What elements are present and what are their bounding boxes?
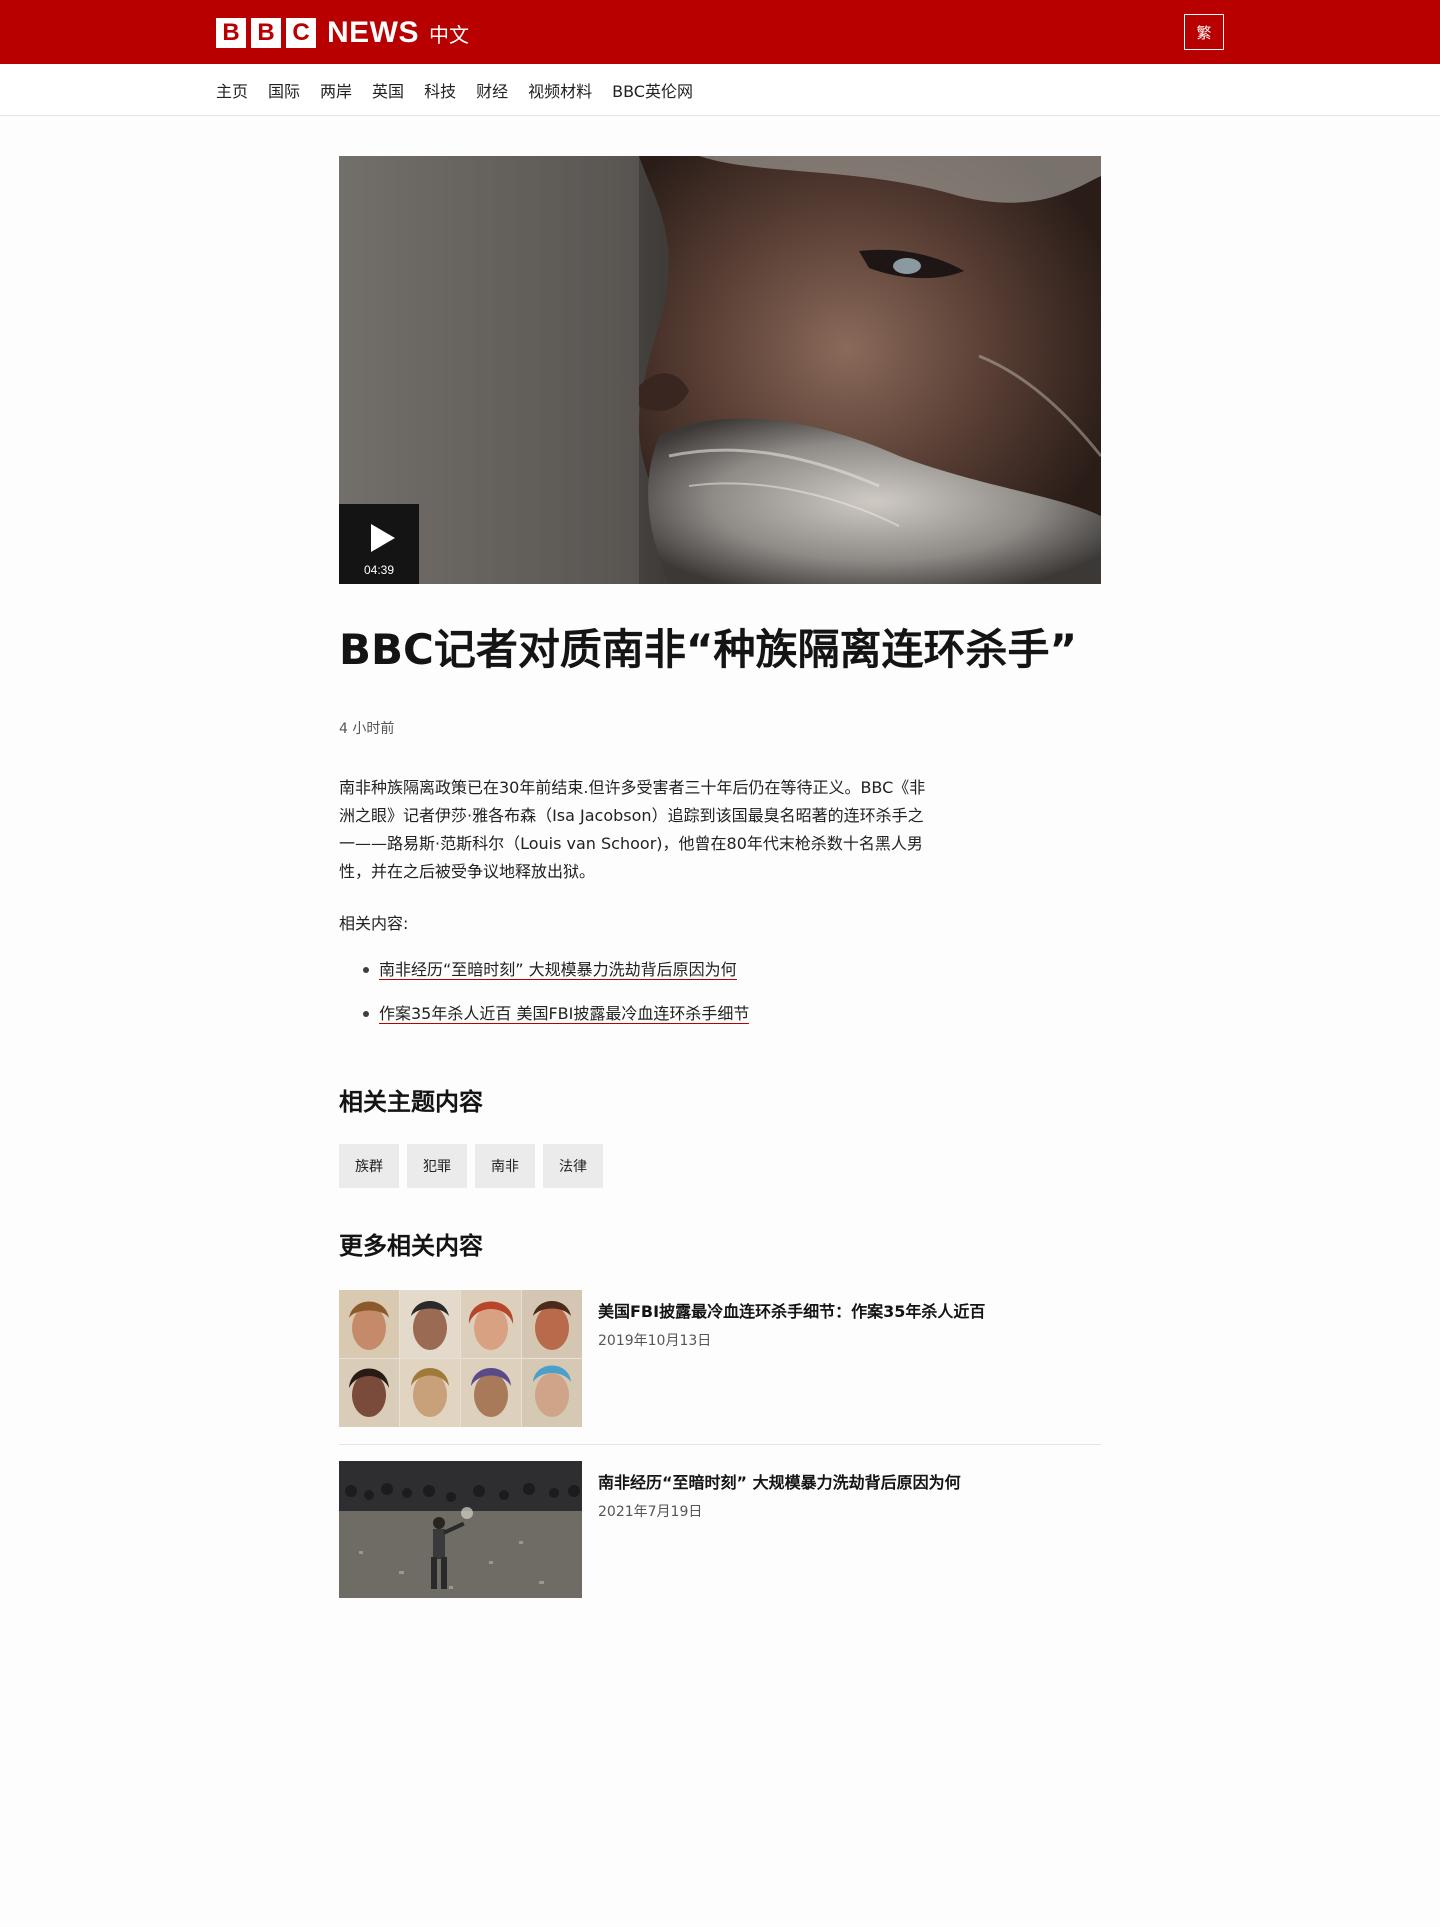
related-link[interactable]: 作案35年杀人近百 美国FBI披露最冷血连环杀手细节 [379, 1004, 750, 1024]
logo-letter: B [216, 18, 246, 48]
related-topics-heading: 相关主题内容 [339, 1088, 483, 1116]
nav-item-cross-strait[interactable]: 两岸 [320, 78, 352, 102]
nav-item-uk[interactable]: 英国 [372, 78, 404, 102]
bbc-news-logo[interactable]: B B C NEWS 中文 [216, 16, 469, 50]
topic-tag-ethnicity[interactable]: 族群 [339, 1144, 399, 1188]
nav-item-video[interactable]: 视频材料 [528, 78, 592, 102]
topic-tag-law[interactable]: 法律 [543, 1144, 603, 1188]
topic-tag-south-africa[interactable]: 南非 [475, 1144, 535, 1188]
logo-news-text: NEWS [327, 16, 419, 49]
promo-date: 2019年10月13日 [598, 1333, 712, 1349]
topic-tags: 族群 犯罪 南非 法律 [339, 1144, 1101, 1188]
nav-item-finance[interactable]: 财经 [476, 78, 508, 102]
article-summary: 南非种族隔离政策已在30年前结束.但许多受害者三十年后仍在等待正义。BBC《非洲… [339, 778, 926, 881]
bullet-icon [363, 967, 369, 973]
promo-date: 2021年7月19日 [598, 1504, 703, 1520]
nav-item-home[interactable]: 主页 [216, 78, 248, 102]
nav-item-tech[interactable]: 科技 [424, 78, 456, 102]
promo-card-body: 美国FBI披露最冷血连环杀手细节：作案35年杀人近百 2019年10月13日 [598, 1290, 985, 1428]
promo-thumbnail [339, 1290, 582, 1427]
logo-language-text: 中文 [429, 22, 469, 47]
play-icon [371, 524, 395, 552]
bullet-icon [363, 1011, 369, 1017]
more-content-heading: 更多相关内容 [339, 1232, 483, 1260]
related-content-label: 相关内容: [339, 914, 409, 933]
logo-letter: C [286, 18, 316, 48]
article-headline: BBC记者对质南非“种族隔离连环杀手” [339, 625, 1078, 674]
promo-thumbnail [339, 1461, 582, 1598]
divider [339, 1444, 1101, 1445]
promo-card-body: 南非经历“至暗时刻” 大规模暴力洗劫背后原因为何 2021年7月19日 [598, 1461, 961, 1599]
promo-title[interactable]: 美国FBI披露最冷血连环杀手细节：作案35年杀人近百 [598, 1300, 985, 1324]
video-player[interactable]: 04:39 [339, 156, 1101, 584]
video-thumbnail-image [339, 156, 1101, 584]
traditional-chinese-toggle-button[interactable]: 繁 [1184, 14, 1224, 50]
related-links-list: 南非经历“至暗时刻” 大规模暴力洗劫背后原因为何 作案35年杀人近百 美国FBI… [339, 958, 1101, 1026]
topic-tag-crime[interactable]: 犯罪 [407, 1144, 467, 1188]
nav-item-bbc-uk-chinese[interactable]: BBC英伦网 [612, 78, 693, 102]
nav-item-international[interactable]: 国际 [268, 78, 300, 102]
more-content-list: 美国FBI披露最冷血连环杀手细节：作案35年杀人近百 2019年10月13日 南… [339, 1290, 1101, 1599]
main-nav: 主页 国际 两岸 英国 科技 财经 视频材料 BBC英伦网 [0, 64, 1440, 116]
article-main: 04:39 BBC记者对质南非“种族隔离连环杀手” 4 小时前 南非种族隔离政策… [339, 156, 1101, 1599]
video-duration: 04:39 [363, 563, 395, 577]
promo-card[interactable]: 美国FBI披露最冷血连环杀手细节：作案35年杀人近百 2019年10月13日 [339, 1290, 1101, 1428]
play-button[interactable]: 04:39 [339, 504, 419, 584]
list-item: 作案35年杀人近百 美国FBI披露最冷血连环杀手细节 [363, 1002, 1101, 1026]
logo-letter: B [251, 18, 281, 48]
related-link[interactable]: 南非经历“至暗时刻” 大规模暴力洗劫背后原因为何 [379, 960, 737, 980]
site-header: B B C NEWS 中文 繁 [0, 0, 1440, 64]
nav-list: 主页 国际 两岸 英国 科技 财经 视频材料 BBC英伦网 [216, 64, 713, 116]
promo-card[interactable]: 南非经历“至暗时刻” 大规模暴力洗劫背后原因为何 2021年7月19日 [339, 1461, 1101, 1599]
promo-title[interactable]: 南非经历“至暗时刻” 大规模暴力洗劫背后原因为何 [598, 1471, 961, 1495]
article-timestamp: 4 小时前 [339, 721, 395, 737]
list-item: 南非经历“至暗时刻” 大规模暴力洗劫背后原因为何 [363, 958, 1101, 982]
